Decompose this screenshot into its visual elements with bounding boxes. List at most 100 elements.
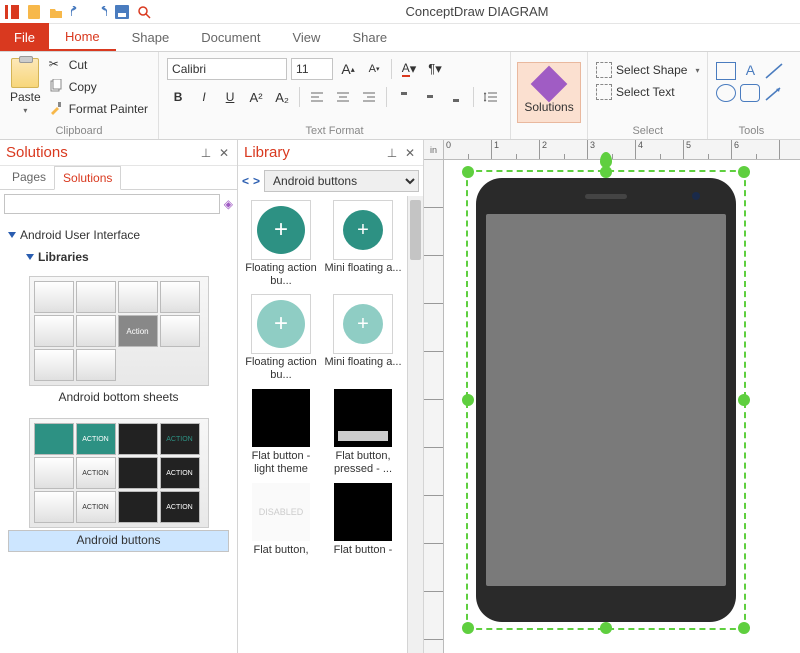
line-spacing-button[interactable] (480, 86, 502, 108)
open-icon[interactable] (48, 4, 64, 20)
underline-button[interactable]: U (219, 86, 241, 108)
library-item[interactable]: Flat button - (324, 482, 402, 572)
select-shape-button[interactable]: Select Shape▾ (596, 62, 699, 78)
library-thumbnail-bottom-sheets[interactable]: Action (29, 276, 209, 386)
superscript-button[interactable]: A² (245, 86, 267, 108)
app-icon (4, 4, 20, 20)
drawing-surface[interactable] (444, 160, 800, 653)
shrink-font-button[interactable]: A▾ (363, 58, 385, 80)
subtab-solutions[interactable]: Solutions (54, 166, 121, 190)
phone-screen (486, 214, 726, 586)
library-scrollbar[interactable] (407, 196, 423, 653)
file-tab[interactable]: File (0, 23, 49, 51)
solutions-gallery-icon[interactable]: ◈ (224, 197, 233, 211)
ruler-unit-label: in (424, 140, 444, 160)
library-item[interactable]: DISABLEDFlat button, (242, 482, 320, 572)
thumb-label-buttons: Android buttons (8, 530, 229, 552)
tab-view[interactable]: View (276, 23, 336, 51)
align-top-button[interactable] (393, 86, 415, 108)
pin-icon[interactable]: ⊥ (385, 146, 399, 160)
tab-home[interactable]: Home (49, 23, 116, 51)
solutions-icon (531, 66, 568, 103)
pin-icon[interactable]: ⊥ (199, 146, 213, 160)
resize-handle[interactable] (600, 166, 612, 178)
subscript-button[interactable]: A₂ (271, 86, 293, 108)
library-panel: Library ⊥ ✕ < > Android buttons +Floatin… (238, 140, 424, 653)
paste-button[interactable]: Paste ▾ (8, 56, 43, 118)
close-icon[interactable]: ✕ (217, 146, 231, 160)
grow-font-button[interactable]: A▴ (337, 58, 359, 80)
resize-handle[interactable] (462, 622, 474, 634)
library-item[interactable]: +Floating action bu... (242, 294, 320, 384)
tree-item-android-ui[interactable]: Android User Interface (8, 224, 229, 246)
scissors-icon: ✂ (49, 57, 65, 73)
text-tool[interactable]: A (740, 62, 760, 80)
undo-icon[interactable] (70, 4, 86, 20)
resize-handle[interactable] (600, 622, 612, 634)
library-selector[interactable]: Android buttons (264, 170, 419, 192)
resize-handle[interactable] (462, 166, 474, 178)
format-painter-button[interactable]: Format Painter (47, 100, 150, 118)
phone-shape[interactable] (476, 178, 736, 622)
resize-handle[interactable] (738, 166, 750, 178)
cut-button[interactable]: ✂ Cut (47, 56, 150, 74)
paragraph-button[interactable]: ¶▾ (424, 58, 446, 80)
font-color-button[interactable]: A▾ (398, 58, 420, 80)
resize-handle[interactable] (738, 394, 750, 406)
library-item[interactable]: Flat button - light theme (242, 388, 320, 478)
save-icon[interactable] (114, 4, 130, 20)
align-bottom-button[interactable] (445, 86, 467, 108)
subtab-pages[interactable]: Pages (4, 166, 54, 189)
cut-label: Cut (69, 58, 88, 72)
copy-button[interactable]: Copy (47, 78, 150, 96)
tree-root-label: Android User Interface (20, 228, 140, 242)
tab-shape[interactable]: Shape (116, 23, 186, 51)
ellipse-tool[interactable] (716, 84, 736, 102)
tab-document[interactable]: Document (185, 23, 276, 51)
font-size-select[interactable] (291, 58, 333, 80)
solutions-button[interactable]: Solutions (517, 62, 581, 123)
bold-button[interactable]: B (167, 86, 189, 108)
solutions-search-input[interactable] (4, 194, 220, 214)
thumb-label-bottom-sheets: Android bottom sheets (8, 388, 229, 410)
new-doc-icon[interactable] (26, 4, 42, 20)
align-right-button[interactable] (358, 86, 380, 108)
fab-icon: + (343, 210, 383, 250)
close-icon[interactable]: ✕ (403, 146, 417, 160)
font-select[interactable] (167, 58, 287, 80)
library-item[interactable]: Flat button, pressed - ... (324, 388, 402, 478)
ribbon-group-clipboard: Paste ▾ ✂Cut Copy Format Painter Clipboa… (0, 52, 159, 139)
select-text-icon (596, 84, 612, 100)
ribbon-tabs: File Home Shape Document View Share (0, 24, 800, 52)
copy-label: Copy (69, 80, 97, 94)
rounded-rect-tool[interactable] (740, 84, 760, 102)
select-text-button[interactable]: Select Text (596, 84, 699, 100)
search-icon[interactable] (136, 4, 152, 20)
tree-child-label: Libraries (38, 250, 89, 264)
solutions-subtabs: Pages Solutions (0, 166, 237, 190)
flat-button-icon: DISABLED (252, 483, 310, 541)
fab-icon: + (343, 304, 383, 344)
quick-access-toolbar: ConceptDraw DIAGRAM (0, 0, 800, 24)
arrow-tool[interactable] (764, 84, 784, 102)
align-middle-button[interactable] (419, 86, 441, 108)
library-thumbnail-buttons[interactable]: ACTIONACTION ACTIONACTION ACTIONACTION (29, 418, 209, 528)
resize-handle[interactable] (462, 394, 474, 406)
align-left-button[interactable] (306, 86, 328, 108)
chevron-down-icon: ▾ (23, 106, 27, 115)
rectangle-tool[interactable] (716, 62, 736, 80)
tree-item-libraries[interactable]: Libraries (8, 246, 229, 268)
scrollbar-thumb[interactable] (410, 200, 421, 260)
ribbon: Paste ▾ ✂Cut Copy Format Painter Clipboa… (0, 52, 800, 140)
redo-icon[interactable] (92, 4, 108, 20)
library-next-button[interactable]: > (253, 174, 260, 188)
library-item[interactable]: +Mini floating a... (324, 200, 402, 290)
tab-share[interactable]: Share (336, 23, 403, 51)
resize-handle[interactable] (738, 622, 750, 634)
library-item[interactable]: +Floating action bu... (242, 200, 320, 290)
italic-button[interactable]: I (193, 86, 215, 108)
line-tool[interactable] (764, 62, 784, 80)
library-item[interactable]: +Mini floating a... (324, 294, 402, 384)
align-center-button[interactable] (332, 86, 354, 108)
library-prev-button[interactable]: < (242, 174, 249, 188)
